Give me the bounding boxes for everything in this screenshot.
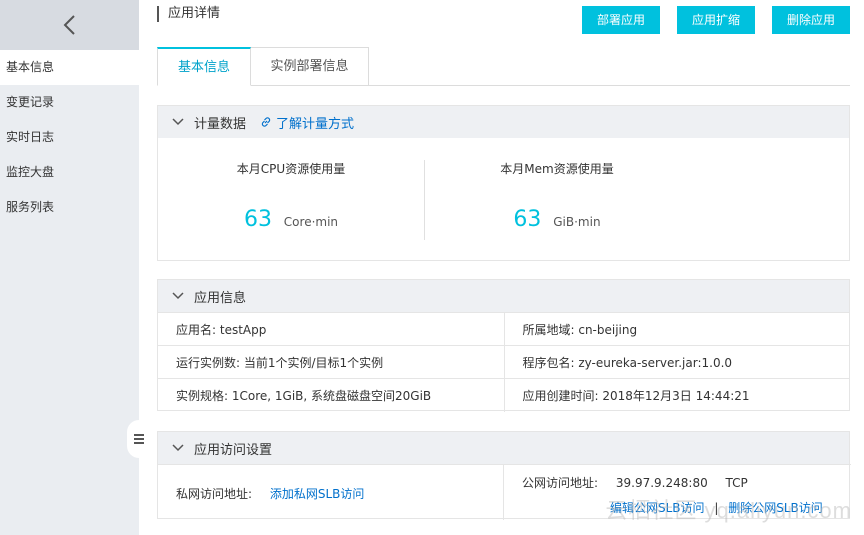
add-private-slb-link[interactable]: 添加私网SLB访问 <box>270 487 365 501</box>
metering-section: 计量数据 了解计量方式 本月CPU资源使用量 63 Core·min 本月Mem… <box>157 105 850 261</box>
instance-count-cell: 运行实例数: 当前1个实例/目标1个实例 <box>158 345 505 379</box>
metering-help-link[interactable]: 了解计量方式 <box>260 113 354 132</box>
app-info-title: 应用信息 <box>194 290 247 306</box>
app-detail-page: 基本信息 变更记录 实时日志 监控大盘 服务列表 应用详情 部署应用 应用扩缩 … <box>0 0 864 535</box>
table-row: 应用名: testApp 所属地域: cn-beijing <box>158 312 849 346</box>
detail-tabs: 基本信息 实例部署信息 <box>157 47 850 86</box>
access-settings-section-header[interactable]: 应用访问设置 <box>158 432 849 464</box>
public-access-line: 公网访问地址: 39.97.9.248:80 TCP <box>522 474 851 491</box>
cpu-usage-value: 63 <box>243 207 272 232</box>
app-info-section: 应用信息 应用名: testApp 所属地域: cn-beijing 运行实例数… <box>157 279 850 412</box>
chevron-down-icon <box>172 444 184 452</box>
access-settings-section: 应用访问设置 私网访问地址: 添加私网SLB访问 公网访问地址: 39.97.9… <box>157 431 851 520</box>
sidebar-item-service-list[interactable]: 服务列表 <box>0 190 139 225</box>
metering-help-link-label: 了解计量方式 <box>276 116 355 132</box>
public-access-label: 公网访问地址: <box>522 476 599 490</box>
sidebar-item-monitoring-dashboard[interactable]: 监控大盘 <box>0 155 139 190</box>
region-cell: 所属地域: cn-beijing <box>504 312 849 346</box>
cpu-usage-panel: 本月CPU资源使用量 63 Core·min <box>158 138 424 260</box>
table-row: 实例规格: 1Core, 1GiB, 系统盘磁盘空间20GiB 应用创建时间: … <box>158 378 849 412</box>
public-slb-actions: 编辑公网SLB访问 | 删除公网SLB访问 <box>522 499 851 516</box>
metering-title: 计量数据 <box>194 116 247 132</box>
access-settings-title: 应用访问设置 <box>194 442 273 458</box>
chevron-down-icon <box>172 118 184 126</box>
sidebar-item-change-records[interactable]: 变更记录 <box>0 85 139 120</box>
mem-usage-value: 63 <box>513 207 542 232</box>
private-access-label: 私网访问地址: <box>176 487 253 501</box>
cpu-usage-unit: Core·min <box>283 215 339 229</box>
created-time-cell: 应用创建时间: 2018年12月3日 14:44:21 <box>504 378 849 412</box>
sidebar-collapse-handle[interactable] <box>127 420 151 458</box>
public-access-address: 39.97.9.248:80 <box>615 476 708 490</box>
app-info-section-header[interactable]: 应用信息 <box>158 280 849 312</box>
mem-usage-unit: GiB·min <box>553 215 601 229</box>
app-info-table: 应用名: testApp 所属地域: cn-beijing 运行实例数: 当前1… <box>158 312 849 412</box>
tab-basic-info[interactable]: 基本信息 <box>157 47 251 86</box>
link-icon <box>261 117 271 127</box>
chevron-down-icon <box>172 292 184 300</box>
sidebar-item-realtime-logs[interactable]: 实时日志 <box>0 120 139 155</box>
public-access-protocol: TCP <box>725 476 748 490</box>
tab-instance-deploy-info[interactable]: 实例部署信息 <box>251 47 369 86</box>
package-name-cell: 程序包名: zy-eureka-server.jar:1.0.0 <box>504 345 849 379</box>
mem-usage-label: 本月Mem资源使用量 <box>500 162 614 176</box>
deploy-app-button[interactable]: 部署应用 <box>582 6 660 34</box>
back-button[interactable] <box>0 0 139 50</box>
link-separator: | <box>714 501 719 515</box>
public-access-cell: 公网访问地址: 39.97.9.248:80 TCP 编辑公网SLB访问 | 删… <box>504 465 851 520</box>
page-title: 应用详情 <box>157 6 220 22</box>
cpu-usage-value-row: 63 Core·min <box>158 207 424 232</box>
access-row: 私网访问地址: 添加私网SLB访问 公网访问地址: 39.97.9.248:80… <box>158 464 851 520</box>
table-row: 运行实例数: 当前1个实例/目标1个实例 程序包名: zy-eureka-ser… <box>158 345 849 379</box>
private-access-cell: 私网访问地址: 添加私网SLB访问 <box>158 465 504 520</box>
app-name-cell: 应用名: testApp <box>158 312 505 346</box>
metering-section-header[interactable]: 计量数据 了解计量方式 <box>158 106 849 138</box>
chevron-left-icon <box>63 15 75 35</box>
sidebar: 基本信息 变更记录 实时日志 监控大盘 服务列表 <box>0 0 139 535</box>
menu-icon <box>134 432 144 446</box>
instance-spec-cell: 实例规格: 1Core, 1GiB, 系统盘磁盘空间20GiB <box>158 378 505 412</box>
scale-app-button[interactable]: 应用扩缩 <box>677 6 755 34</box>
delete-app-button[interactable]: 删除应用 <box>772 6 850 34</box>
mem-usage-value-row: 63 GiB·min <box>424 207 690 232</box>
mem-usage-panel: 本月Mem资源使用量 63 GiB·min <box>424 138 690 260</box>
sidebar-item-basic-info[interactable]: 基本信息 <box>0 50 139 85</box>
delete-public-slb-link[interactable]: 删除公网SLB访问 <box>728 501 823 515</box>
cpu-usage-label: 本月CPU资源使用量 <box>236 162 346 176</box>
edit-public-slb-link[interactable]: 编辑公网SLB访问 <box>610 501 705 515</box>
